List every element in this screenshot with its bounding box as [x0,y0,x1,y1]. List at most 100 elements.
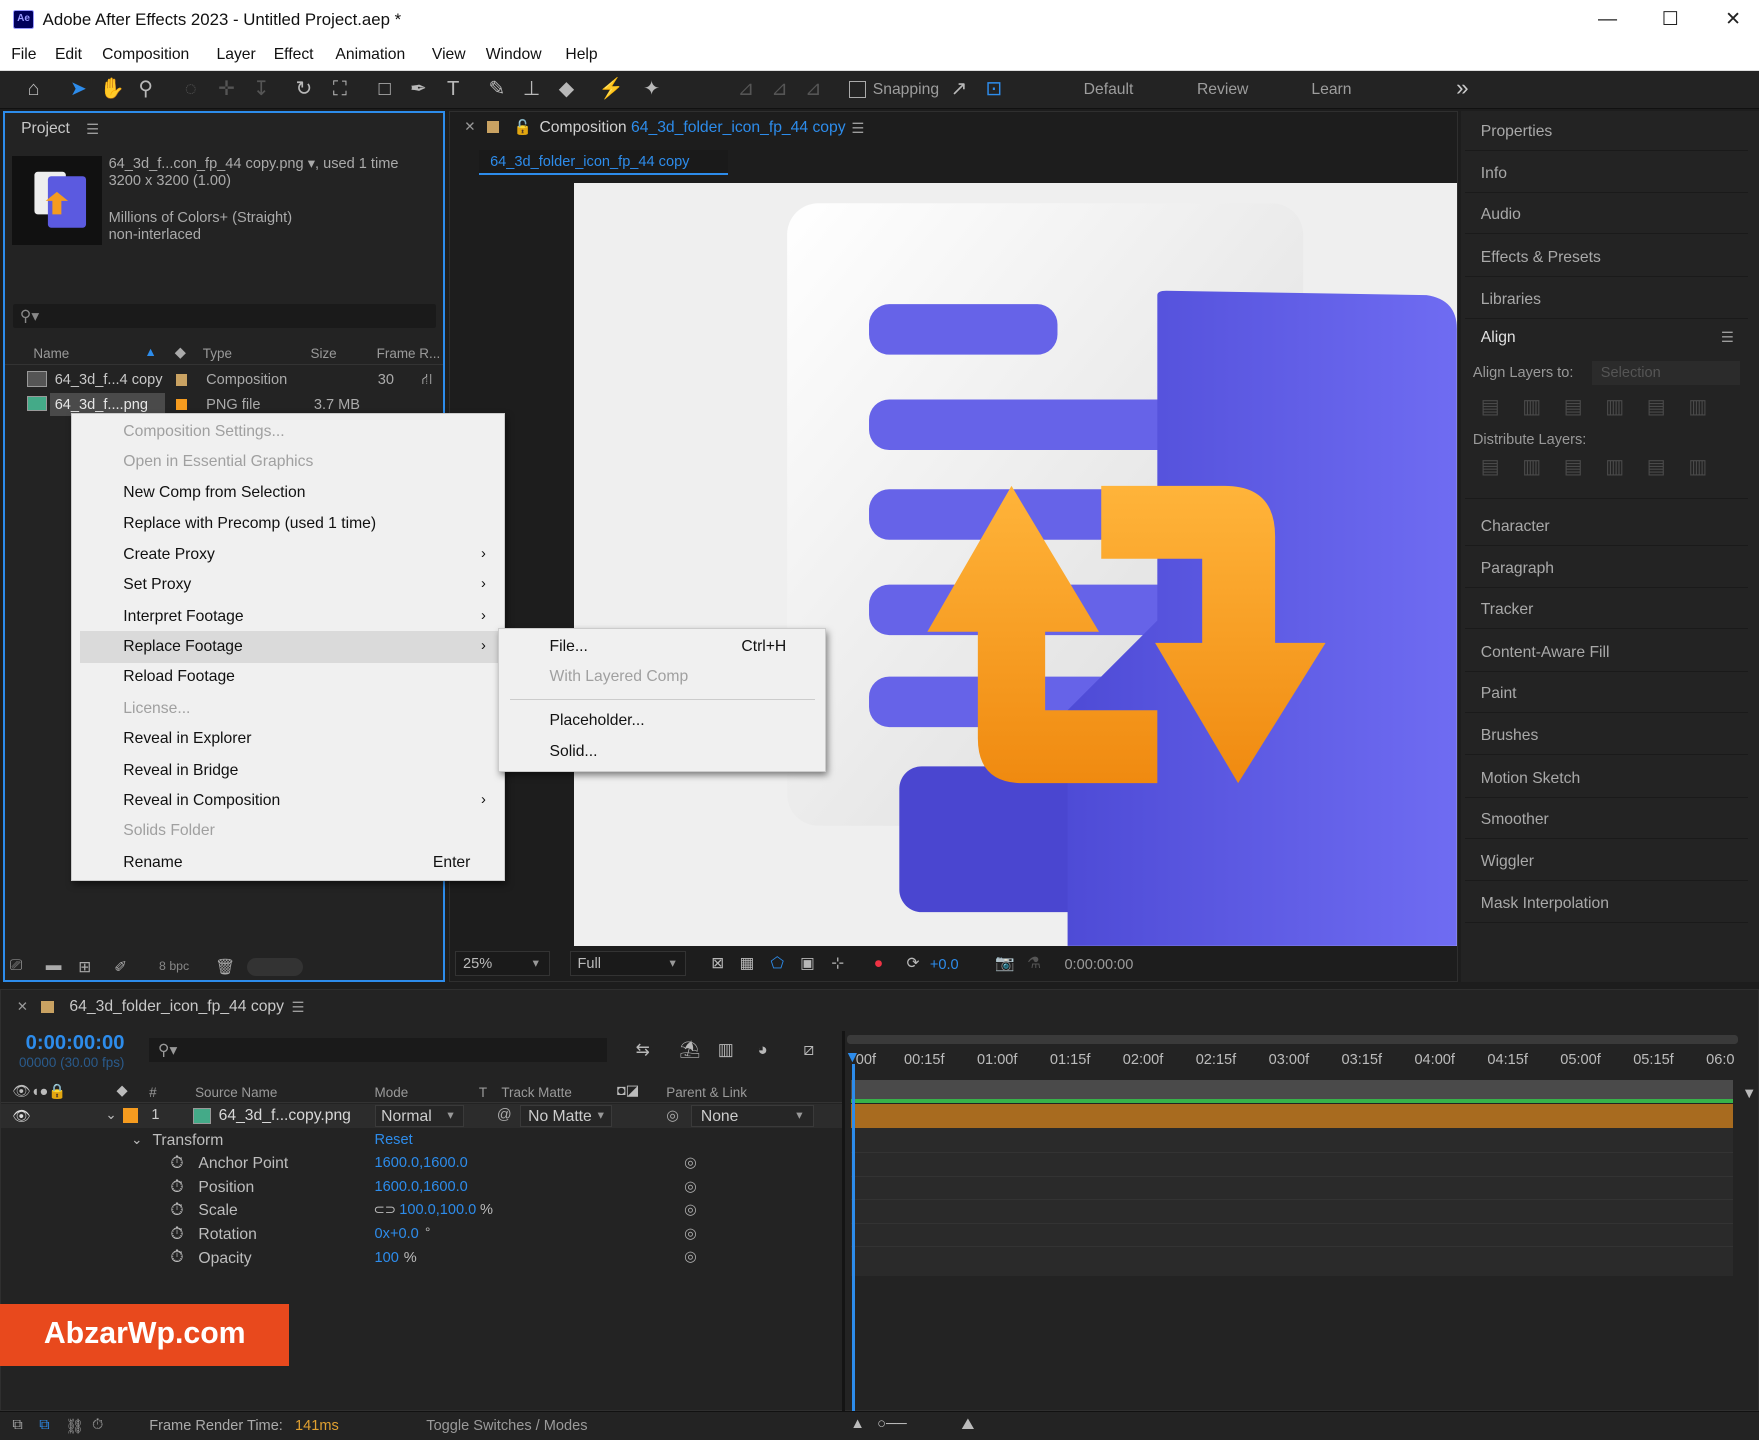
panel-wiggler[interactable]: Wiggler [1465,840,1748,881]
menu-item-open-essential-graphics[interactable]: Open in Essential Graphics [123,453,313,471]
selection-tool-icon[interactable]: ➤ [64,75,93,104]
align-target-dropdown[interactable]: Selection [1591,361,1740,385]
adjust-project-icon[interactable]: ✐ [114,957,127,977]
workspace-learn[interactable]: Learn [1311,81,1351,99]
panel-libraries[interactable]: Libraries [1465,278,1748,319]
col-name[interactable]: Name [33,346,69,361]
timeline-zoom-icon[interactable]: ▼ [1742,1086,1756,1102]
time-ruler[interactable]: 00f 00:15f 01:00f 01:15f 02:00f 02:15f 0… [844,1030,1738,1081]
panel-properties[interactable]: Properties [1465,111,1748,152]
layer-switches-icons[interactable]: ⧉ [12,1417,22,1433]
rotation-tool-icon[interactable]: ↻ [289,75,318,104]
work-area-bar[interactable] [846,1035,1738,1045]
snapshot-icon[interactable]: 📷 [990,949,1019,978]
local-axis-icon[interactable]: ⊿ [731,75,760,104]
pen-tool-icon[interactable]: ✒ [404,75,433,104]
frame-blending-icon[interactable]: ▥ [711,1035,740,1064]
menu-file[interactable]: File [11,46,36,64]
pan-camera-icon[interactable]: ✛ [212,75,241,104]
zoom-tool-icon[interactable]: ⚲ [131,75,160,104]
property-value[interactable]: 1600.0,1600.0 [375,1179,468,1195]
view-axis-icon[interactable]: ⊿ [799,75,828,104]
panel-effects-presets[interactable]: Effects & Presets [1465,237,1748,278]
trash-icon[interactable]: 🗑 [215,957,235,977]
show-snapshot-icon[interactable]: ⚗ [1020,949,1049,978]
expression-pickwhip-icon[interactable]: ◎ [684,1154,697,1171]
menu-item-interpret-footage[interactable]: Interpret Footage [123,608,243,626]
more-workspaces-icon[interactable]: » [1456,75,1468,101]
expression-pickwhip-icon[interactable]: ◎ [684,1225,697,1242]
menu-item-license[interactable]: License... [123,700,190,718]
rectangle-tool-icon[interactable]: □ [370,75,399,104]
zoom-slider-icon[interactable]: ○── [877,1416,906,1432]
parent-dropdown[interactable]: None ▾ [690,1104,815,1128]
menu-item-solids-folder[interactable]: Solids Folder [123,822,215,840]
label-color[interactable] [175,374,188,386]
label-tag-icon[interactable]: ◆ [117,1082,128,1099]
home-icon[interactable]: ⌂ [19,75,48,104]
visibility-eye-icon[interactable]: 👁 [12,1107,31,1125]
close-tab-icon[interactable]: ✕ [464,119,475,135]
col-t[interactable]: T [479,1085,487,1100]
puppet-pin-icon[interactable]: ✦ [637,75,666,104]
menu-edit[interactable]: Edit [55,46,82,64]
timeline-search-input[interactable]: ⚲▾ [149,1037,607,1063]
col-source-name[interactable]: Source Name [195,1085,277,1100]
comp-tab[interactable]: 64_3d_folder_icon_fp_44 copy [478,150,728,175]
exposure-value[interactable]: +0.0 [930,957,959,973]
panel-paint[interactable]: Paint [1465,673,1748,714]
lock-icon[interactable]: 🔓 [514,118,532,136]
stopwatch-icon[interactable]: ⏱ [170,1153,183,1173]
fast-previews-icon[interactable]: ⊠ [703,949,732,978]
transparency-grid-icon[interactable]: ▦ [732,949,761,978]
in-out-icon[interactable]: ⛓ [65,1417,84,1435]
brush-tool-icon[interactable]: ✎ [482,75,511,104]
keyframe-area[interactable] [851,1128,1734,1277]
constrain-proportions-icon[interactable]: ⊂⊃ [373,1202,396,1218]
panel-info[interactable]: Info [1465,153,1748,193]
panel-tracker[interactable]: Tracker [1465,589,1748,630]
interpret-footage-icon[interactable]: ⎚ [10,957,23,975]
comp-viewer[interactable] [574,182,1458,946]
comp-mini-flowchart-icon[interactable]: ⇆ [628,1035,657,1064]
submenu-item-solid[interactable]: Solid... [550,743,598,761]
close-button[interactable]: ✕ [1719,7,1748,34]
mask-visibility-icon[interactable]: ⬠ [763,949,792,978]
menu-layer[interactable]: Layer [217,46,256,64]
shy-layers-icon[interactable]: ⛱ [675,1035,704,1064]
layer-row[interactable]: 👁 ⌄ 1 64_3d_f...copy.png Normal ▾ @ No M… [1,1103,843,1129]
new-comp-icon[interactable]: ⊞ [78,957,91,977]
project-search-input[interactable]: ⚲▾ [13,303,437,329]
submenu-item-file[interactable]: File... [550,638,588,656]
menu-item-reveal-in-bridge[interactable]: Reveal in Bridge [123,762,238,780]
track-matte-pickwhip-icon[interactable]: @ [497,1107,512,1123]
eraser-tool-icon[interactable]: ◆ [552,75,581,104]
panel-mask-interpolation[interactable]: Mask Interpolation [1465,883,1748,924]
panel-character[interactable]: Character [1465,506,1748,547]
panel-menu-icon[interactable]: ☰ [851,120,864,137]
panel-audio[interactable]: Audio [1465,194,1748,235]
parent-pickwhip-icon[interactable]: ◎ [666,1107,679,1124]
menu-item-new-comp-from-selection[interactable]: New Comp from Selection [123,484,305,502]
stopwatch-icon[interactable]: ⏱ [170,1200,183,1220]
render-time-icon[interactable]: ⏱ [92,1417,103,1433]
transform-reset-link[interactable]: Reset [375,1132,413,1148]
pane-divider[interactable] [842,1030,845,1413]
expand-chevron-icon[interactable]: ⌄ [105,1107,116,1123]
panel-motion-sketch[interactable]: Motion Sketch [1465,757,1748,798]
zoom-in-icon[interactable]: ⛰ [961,1416,974,1434]
label-color[interactable] [175,399,188,411]
panel-menu-icon[interactable]: ☰ [86,121,99,138]
flowchart-icon[interactable]: ⛙ [422,370,433,390]
workspace-default[interactable]: Default [1084,81,1134,99]
sort-ascending-icon[interactable]: ▲ [144,345,156,359]
submenu-item-placeholder[interactable]: Placeholder... [550,712,645,730]
menu-animation[interactable]: Animation [335,46,405,64]
menu-help[interactable]: Help [565,46,597,64]
menu-composition[interactable]: Composition [102,46,189,64]
grid-guides-icon[interactable]: ⊹ [823,949,852,978]
roto-brush-icon[interactable]: ⚡ [597,75,626,104]
panel-menu-icon[interactable]: ☰ [1721,329,1734,346]
snap-targets-icon[interactable]: ⊡ [979,75,1008,104]
project-row-comp[interactable]: 64_3d_f...4 copy Composition 30 ⛙ [5,368,443,393]
